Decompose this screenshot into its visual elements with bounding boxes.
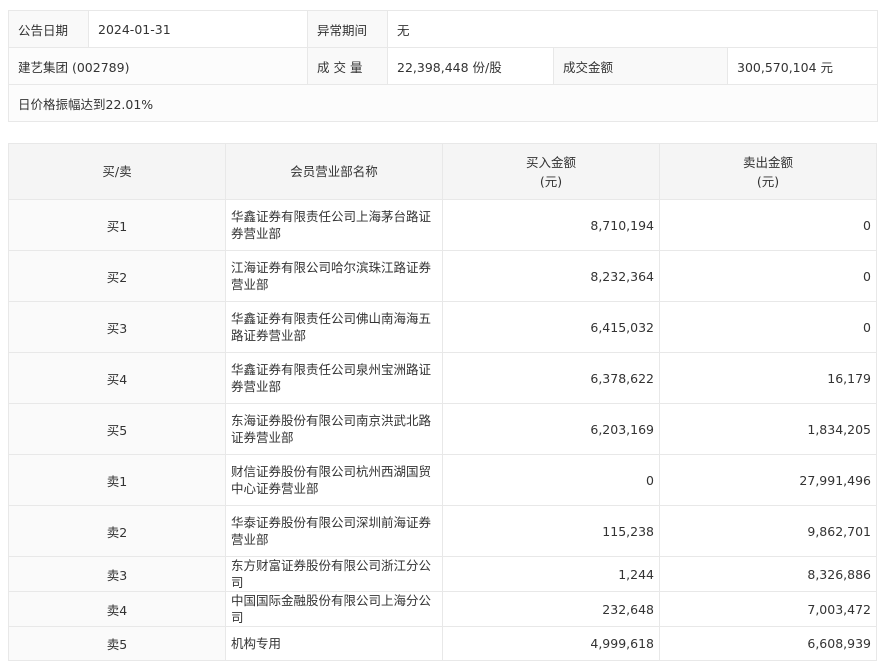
listing-reason: 日价格振幅达到22.01% [7,84,879,122]
volume-label: 成 交 量 [307,47,388,85]
row-seat-name: 东方财富证券股份有限公司浙江分公司 [225,556,443,592]
amount-label: 成交金额 [553,47,728,85]
row-seat-name: 华鑫证券有限责任公司佛山南海海五路证券营业部 [225,301,443,353]
table-row: 买4 华鑫证券有限责任公司泉州宝洲路证券营业部 6,378,622 16,179 [8,352,877,404]
row-side: 卖3 [8,556,226,592]
date-label: 公告日期 [8,10,89,48]
row-sell-amount: 16,179 [659,352,877,404]
row-sell-amount: 27,991,496 [659,454,877,506]
header-sell: 卖出金额 (元) [659,143,877,200]
header-buy: 买入金额 (元) [442,143,660,200]
row-side: 卖4 [8,591,226,627]
table-row: 卖2 华泰证券股份有限公司深圳前海证券营业部 115,238 9,862,701 [8,505,877,557]
row-sell-amount: 6,608,939 [659,626,877,661]
row-side: 买4 [8,352,226,404]
row-sell-amount: 8,326,886 [659,556,877,592]
row-sell-amount: 0 [659,301,877,353]
header-buy-label: 买入金额 [525,154,576,170]
volume-value: 22,398,448 份/股 [387,47,554,85]
table-row: 买3 华鑫证券有限责任公司佛山南海海五路证券营业部 6,415,032 0 [8,301,877,353]
header-name: 会员营业部名称 [225,143,443,200]
row-side: 买2 [8,250,226,302]
row-buy-amount: 6,378,622 [442,352,660,404]
row-buy-amount: 115,238 [442,505,660,557]
table-row: 卖1 财信证券股份有限公司杭州西湖国贸中心证券营业部 0 27,991,496 [8,454,877,506]
period-value: 无 [386,10,879,48]
row-side: 买1 [8,199,226,251]
date-value: 2024-01-31 [88,10,308,48]
row-side: 卖2 [8,505,226,557]
row-buy-amount: 6,415,032 [442,301,660,353]
table-row: 买1 华鑫证券有限责任公司上海茅台路证券营业部 8,710,194 0 [8,199,877,251]
row-seat-name: 华鑫证券有限责任公司上海茅台路证券营业部 [225,199,443,251]
row-buy-amount: 0 [442,454,660,506]
row-seat-name: 财信证券股份有限公司杭州西湖国贸中心证券营业部 [225,454,443,506]
row-buy-amount: 8,232,364 [442,250,660,302]
row-buy-amount: 1,244 [442,556,660,592]
row-seat-name: 华鑫证券有限责任公司泉州宝洲路证券营业部 [225,352,443,404]
row-sell-amount: 0 [659,199,877,251]
period-label: 异常期间 [307,10,388,48]
header-sell-unit: (元) [756,173,780,189]
row-sell-amount: 9,862,701 [659,505,877,557]
table-row: 买2 江海证券有限公司哈尔滨珠江路证券营业部 8,232,364 0 [8,250,877,302]
row-buy-amount: 232,648 [442,591,660,627]
stock-name: 建艺集团 (002789) [8,47,308,85]
row-buy-amount: 8,710,194 [442,199,660,251]
table-row: 买5 东海证券股份有限公司南京洪武北路证券营业部 6,203,169 1,834,20… [8,403,877,455]
trading-seats-table: 买/卖 会员营业部名称 买入金额 (元) 卖出金额 (元) 买1 华鑫证券有限责任公司… [8,143,877,661]
row-sell-amount: 0 [659,250,877,302]
row-seat-name: 江海证券有限公司哈尔滨珠江路证券营业部 [225,250,443,302]
table-row: 卖4 中国国际金融股份有限公司上海分公司 232,648 7,003,472 [8,591,877,627]
row-seat-name: 中国国际金融股份有限公司上海分公司 [225,591,443,627]
header-side: 买/卖 [8,143,226,200]
row-buy-amount: 4,999,618 [442,626,660,661]
header-sell-label: 卖出金额 [742,154,793,170]
row-seat-name: 东海证券股份有限公司南京洪武北路证券营业部 [225,403,443,455]
stock-info-table: 公告日期 2024-01-31 异常期间 无 建艺集团 (002789) 成 交… [7,10,879,122]
row-sell-amount: 1,834,205 [659,403,877,455]
amount-value: 300,570,104 元 [726,47,879,85]
row-seat-name: 华泰证券股份有限公司深圳前海证券营业部 [225,505,443,557]
header-buy-unit: (元) [539,173,563,189]
row-side: 卖1 [8,454,226,506]
row-side: 买3 [8,301,226,353]
row-side: 卖5 [8,626,226,661]
row-sell-amount: 7,003,472 [659,591,877,627]
row-seat-name: 机构专用 [225,626,443,661]
table-row: 卖3 东方财富证券股份有限公司浙江分公司 1,244 8,326,886 [8,556,877,592]
table-row: 卖5 机构专用 4,999,618 6,608,939 [8,626,877,661]
row-side: 买5 [8,403,226,455]
row-buy-amount: 6,203,169 [442,403,660,455]
